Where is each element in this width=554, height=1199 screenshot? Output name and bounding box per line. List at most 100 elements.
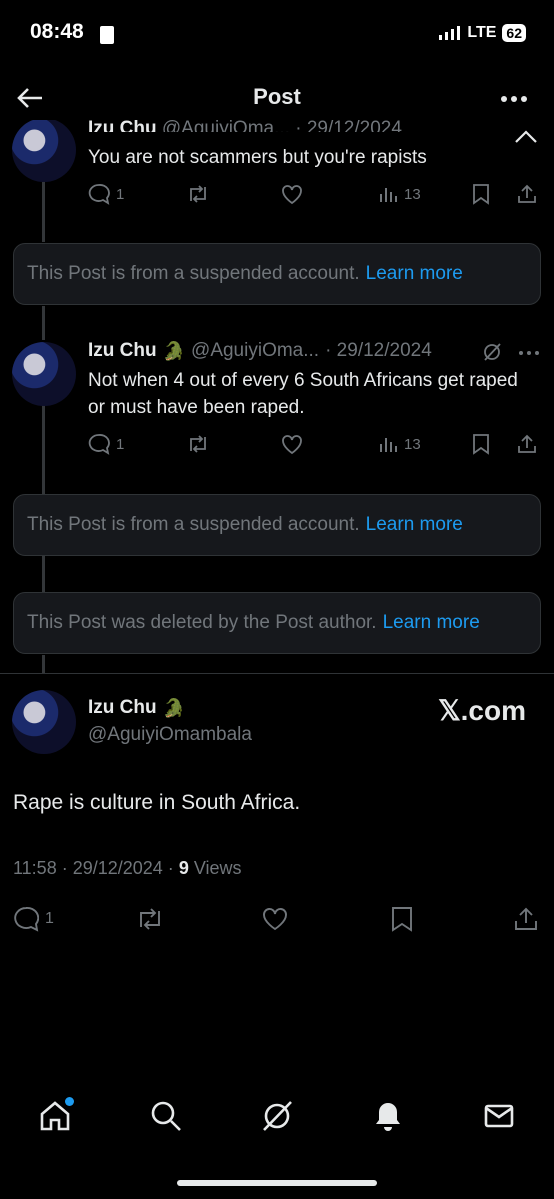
heart-icon (263, 908, 287, 931)
deleted-notice: This Post was deleted by the Post author… (13, 592, 541, 654)
repost-icon (190, 435, 206, 453)
reply-2-text: Not when 4 out of every 6 South Africans… (88, 370, 518, 418)
reply-count: 1 (45, 910, 54, 927)
heart-icon (282, 435, 302, 455)
more-dots-icon (519, 351, 539, 355)
avatar[interactable] (12, 120, 76, 182)
avatar-clip (12, 120, 76, 184)
notification-dot (65, 1097, 75, 1106)
author-name[interactable]: Izu Chu (88, 118, 157, 132)
bookmark-icon (392, 907, 412, 932)
reply-button[interactable]: 1 (88, 433, 124, 455)
network-label: LTE (467, 24, 497, 41)
bookmark-button[interactable] (472, 433, 490, 455)
notice-text: This Post is from a suspended account. (27, 514, 360, 535)
views-label: Views (193, 858, 242, 878)
reply-1-header: Izu Chu @AguiyiOma... · 29/12/2024 (0, 112, 554, 132)
hide-reply-button[interactable] (514, 128, 538, 144)
nav-search[interactable] (149, 1099, 183, 1133)
post-date: · 29/12/2024 (325, 340, 432, 361)
main-post-actions: 1 (13, 904, 541, 934)
comment-icon (88, 434, 110, 455)
divider (0, 673, 554, 674)
suspended-notice: This Post is from a suspended account. L… (13, 494, 541, 556)
repost-button[interactable] (135, 906, 165, 932)
views-icon (380, 438, 397, 452)
status-time: 08:48 (30, 20, 84, 43)
avatar[interactable] (12, 342, 76, 406)
bookmark-button[interactable] (472, 183, 490, 205)
reply-button[interactable]: 1 (88, 183, 124, 205)
post-date: · 29/12/2024 (295, 118, 402, 132)
notice-text: This Post was deleted by the Post author… (27, 612, 377, 633)
learn-more-link[interactable]: Learn more (383, 612, 480, 634)
author-name[interactable]: Izu Chu (88, 340, 157, 362)
like-button[interactable] (261, 906, 289, 932)
main-post-text: Rape is culture in South Africa. (13, 791, 301, 814)
thread-line (42, 182, 45, 242)
nav-messages[interactable] (482, 1099, 516, 1133)
status-right: LTE 62 (439, 24, 526, 42)
share-icon (518, 184, 536, 203)
repost-button[interactable] (186, 433, 210, 455)
views-button[interactable]: 13 (378, 434, 421, 454)
reply-1-text: You are not scammers but you're rapists (88, 147, 427, 168)
bookmark-button[interactable] (391, 906, 413, 932)
grok-icon (263, 1101, 292, 1131)
views-count: 9 (178, 858, 189, 878)
reply-1-actions: 1 13 (88, 180, 538, 208)
repost-button[interactable] (186, 183, 210, 205)
nav-home[interactable] (38, 1097, 75, 1133)
nav-notifications[interactable] (371, 1099, 405, 1133)
share-icon (518, 434, 536, 453)
author-handle: @AguiyiOma... (191, 340, 320, 361)
grok-icon (484, 343, 501, 361)
comment-icon (88, 184, 110, 205)
thread-line (42, 655, 45, 673)
views-icon (380, 188, 397, 202)
share-button[interactable] (516, 183, 538, 205)
reply-button[interactable]: 1 (13, 906, 54, 932)
crocodile-emoji-icon: 🐊 (162, 697, 186, 718)
reply-2-header: Izu Chu 🐊 @AguiyiOma... · 29/12/2024 (88, 340, 432, 362)
main-post-author: Izu Chu 🐊 (88, 697, 185, 719)
notifications-icon (375, 1103, 400, 1131)
messages-icon (484, 1104, 513, 1128)
search-icon (151, 1101, 182, 1131)
signal-icon (439, 26, 461, 40)
share-button[interactable] (516, 433, 538, 455)
bottom-nav (0, 1090, 554, 1142)
views-count: 13 (404, 185, 421, 203)
like-button[interactable] (280, 183, 304, 205)
page-title: Post (253, 84, 301, 109)
crocodile-emoji-icon: 🐊 (162, 340, 186, 361)
home-indicator (177, 1180, 377, 1186)
author-name[interactable]: Izu Chu (88, 697, 157, 719)
learn-more-link[interactable]: Learn more (366, 263, 463, 285)
reply-count: 1 (116, 435, 125, 453)
comment-icon (14, 907, 39, 932)
repost-icon (140, 908, 160, 930)
post-menu-button[interactable] (518, 350, 540, 356)
reply-count: 1 (116, 185, 125, 203)
author-handle: @AguiyiOma... (161, 118, 290, 132)
share-icon (515, 907, 537, 930)
learn-more-link[interactable]: Learn more (366, 514, 463, 536)
like-button[interactable] (280, 433, 304, 455)
more-dots-icon (501, 96, 527, 102)
share-button[interactable] (513, 906, 539, 932)
repost-icon (190, 185, 206, 203)
nav-grok[interactable] (260, 1099, 294, 1133)
chevron-icon (515, 130, 537, 143)
grok-button[interactable] (482, 342, 502, 362)
avatar[interactable] (12, 690, 76, 754)
more-options-button[interactable] (500, 95, 528, 103)
views-button[interactable]: 13 (378, 184, 421, 204)
post-meta: 11:58 · 29/12/2024 · 9 Views (13, 858, 242, 879)
author-handle: @AguiyiOmambala (88, 724, 252, 745)
battery-icon: 62 (502, 24, 526, 42)
post-timestamp: 11:58 · 29/12/2024 · (13, 858, 174, 878)
views-count: 13 (404, 435, 421, 453)
thread-line (42, 556, 45, 592)
suspended-notice: This Post is from a suspended account. L… (13, 243, 541, 305)
